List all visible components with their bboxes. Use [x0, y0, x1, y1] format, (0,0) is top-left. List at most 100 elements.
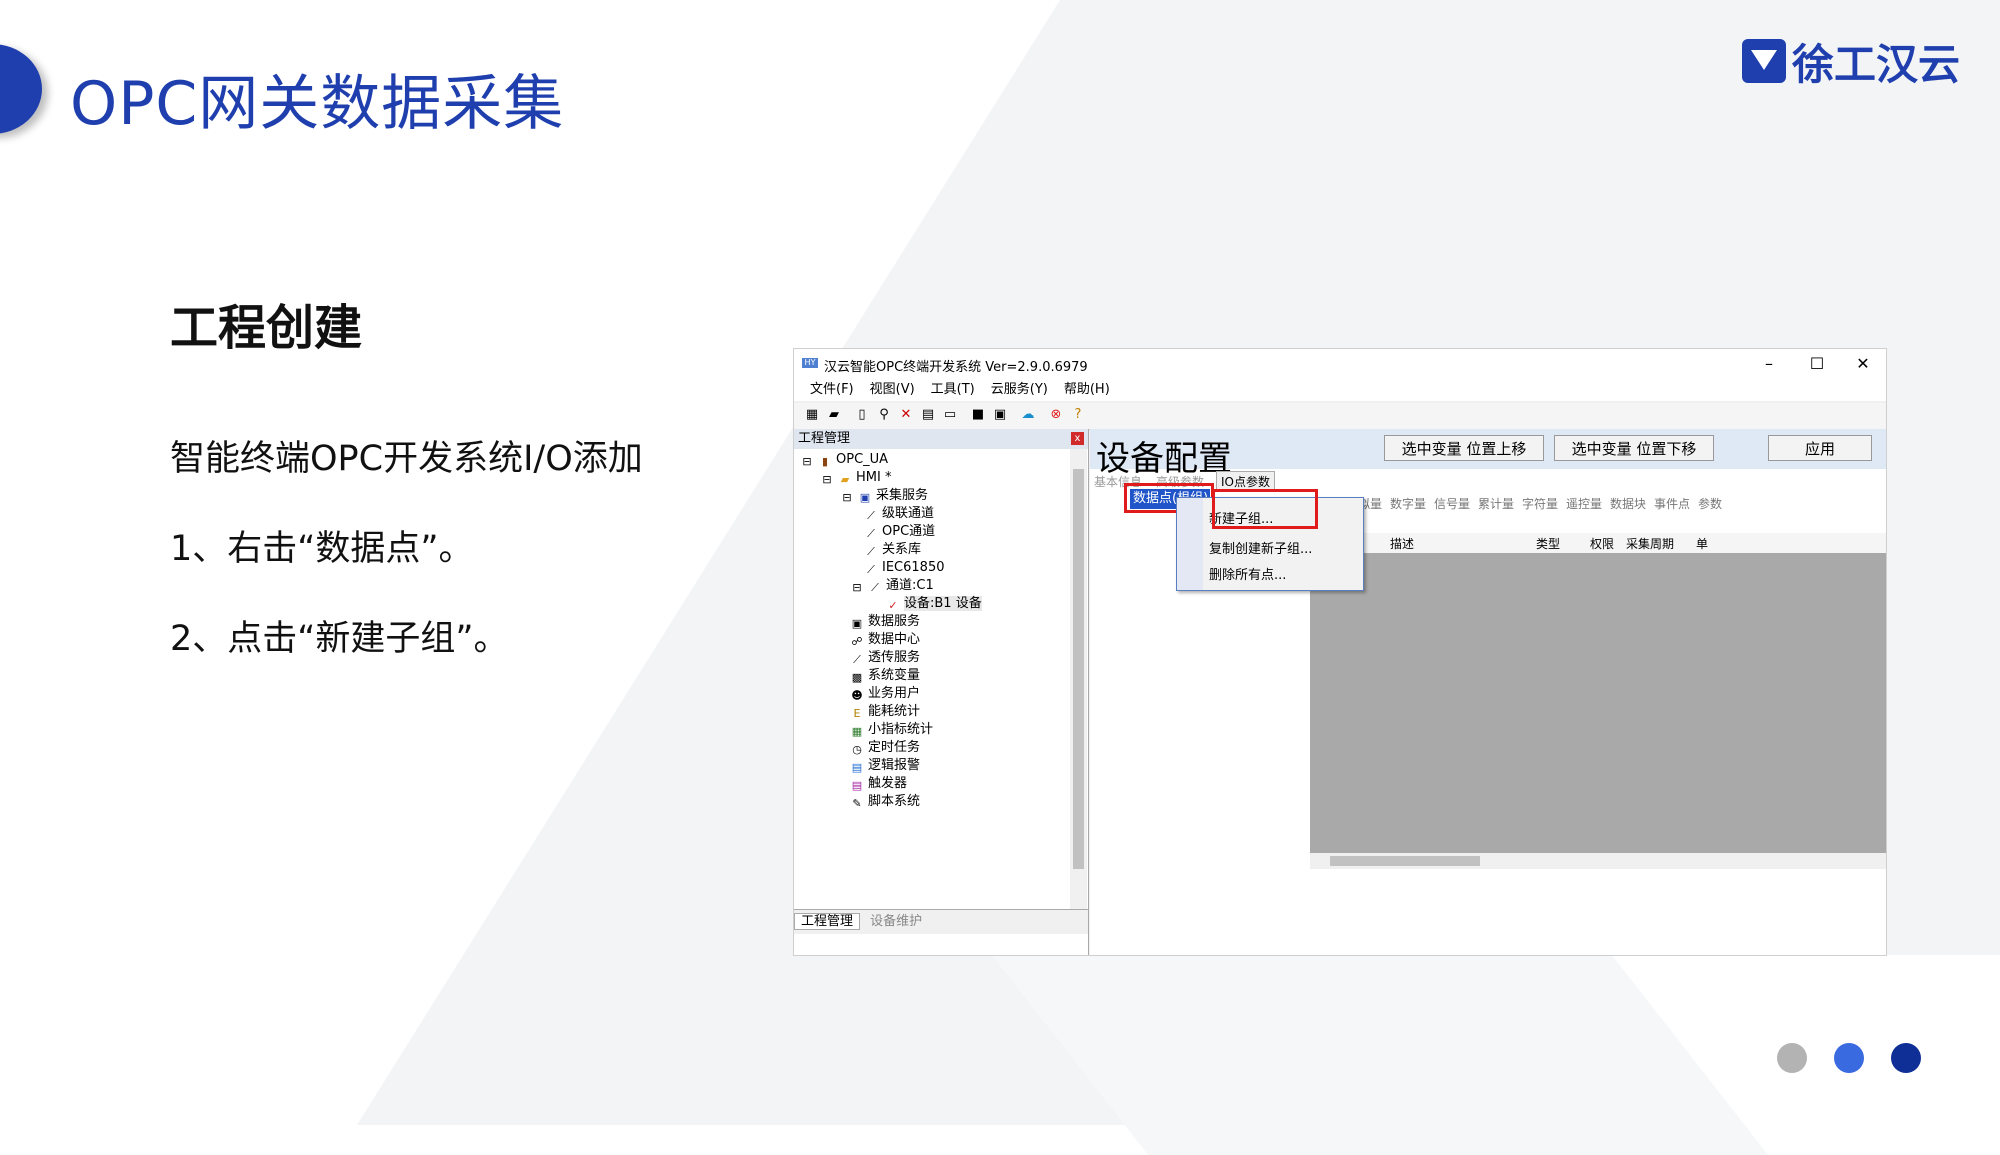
open-project-icon[interactable]: ▰ — [826, 407, 842, 423]
close-button[interactable]: ✕ — [1840, 351, 1886, 377]
move-down-button[interactable]: 选中变量 位置下移 — [1554, 435, 1714, 461]
trigger-icon: ▤ — [851, 779, 863, 792]
help-icon[interactable]: ? — [1070, 407, 1086, 423]
tree-node-iec61850[interactable]: ⟋ IEC61850 — [864, 559, 944, 577]
highlight-box-menu — [1212, 489, 1318, 529]
minimize-button[interactable]: – — [1746, 351, 1792, 377]
tree-node-logic-alarm[interactable]: ▤ 逻辑报警 — [850, 757, 920, 775]
menu-file[interactable]: 文件(F) — [810, 379, 854, 401]
save-icon[interactable]: ■ — [970, 407, 986, 423]
channel-icon: ⟋ — [867, 527, 875, 540]
channel-icon: ⟋ — [867, 509, 875, 522]
tree-node-passthrough[interactable]: ⟋ 透传服务 — [850, 649, 920, 667]
page-dot-2[interactable] — [1834, 1043, 1864, 1073]
tree-scroll-thumb[interactable] — [1073, 469, 1084, 869]
tree-node-data-center[interactable]: ☍ 数据中心 — [850, 631, 920, 649]
tree-node-collect-service[interactable]: ⊟ ▣ 采集服务 — [840, 487, 928, 505]
new-project-icon[interactable]: ▦ — [804, 407, 820, 423]
tree-node-hmi[interactable]: ⊟ ▰ HMI * — [820, 469, 891, 487]
variables-icon: ▩ — [851, 671, 863, 684]
tree-node-relational-db[interactable]: ⟋ 关系库 — [864, 541, 921, 559]
tree-node-opc-ua[interactable]: ⊟ ▮ OPC_UA — [800, 451, 888, 469]
tree-node-device-b1[interactable]: ✓ 设备:B1 设备 — [886, 595, 982, 613]
project-panel: 工程管理 x ⊟ ▮ OPC_UA ⊟ ▰ HMI * ⊟ ▣ 采集服务 ⟋ 级联通道 ⟋ OP… — [794, 429, 1089, 955]
expand-icon: ⊟ — [842, 491, 852, 504]
column-period[interactable]: 采集周期 — [1626, 533, 1674, 555]
save-all-icon[interactable]: ▣ — [992, 407, 1008, 423]
channel-icon: ⟋ — [867, 563, 875, 576]
move-up-button[interactable]: 选中变量 位置上移 — [1384, 435, 1544, 461]
antenna-icon: ☍ — [851, 635, 863, 648]
clock-icon: ◷ — [852, 743, 862, 756]
opc-app-window: HY 汉云智能OPC终端开发系统 Ver=2.9.0.6979 – ☐ ✕ 文件… — [793, 348, 1887, 956]
menu-cloud[interactable]: 云服务(Y) — [991, 379, 1048, 401]
tree-node-cascade-channel[interactable]: ⟋ 级联通道 — [864, 505, 934, 523]
tree-node-small-index[interactable]: ▦ 小指标统计 — [850, 721, 933, 739]
table-hscroll-thumb[interactable] — [1330, 856, 1480, 866]
point-table-body[interactable] — [1310, 553, 1886, 853]
tree-node-opc-channel[interactable]: ⟋ OPC通道 — [864, 523, 935, 541]
menu-help[interactable]: 帮助(H) — [1064, 379, 1110, 401]
tab-device-maintenance[interactable]: 设备维护 — [864, 914, 928, 929]
page-dot-3[interactable] — [1891, 1043, 1921, 1073]
subtab-string[interactable]: 字符量 — [1522, 495, 1558, 512]
menu-item-delete-all-points[interactable]: 删除所有点... — [1209, 564, 1286, 583]
script-icon: ✎ — [852, 797, 862, 810]
apply-button[interactable]: 应用 — [1768, 435, 1872, 461]
menu-bar: 文件(F) 视图(V) 工具(T) 云服务(Y) 帮助(H) — [794, 379, 1886, 401]
properties-icon[interactable]: ▤ — [920, 407, 936, 423]
title-accent-shape — [0, 44, 42, 134]
check-icon: ✓ — [888, 599, 898, 612]
tree-node-system-vars[interactable]: ▩ 系统变量 — [850, 667, 920, 685]
user-icon: ☻ — [851, 689, 863, 702]
tree-node-energy-stats[interactable]: E 能耗统计 — [850, 703, 921, 721]
tree-node-trigger[interactable]: ▤ 触发器 — [850, 775, 907, 793]
stop-icon[interactable]: ⊗ — [1048, 407, 1064, 423]
panel-close-icon[interactable]: x — [1071, 432, 1084, 445]
column-permission[interactable]: 权限 — [1590, 533, 1614, 555]
root-icon: ▮ — [821, 455, 829, 468]
column-description[interactable]: 描述 — [1390, 533, 1414, 555]
subtab-signal[interactable]: 信号量 — [1434, 495, 1470, 512]
project-panel-header: 工程管理 — [794, 429, 1088, 449]
subtab-cumulative[interactable]: 累计量 — [1478, 495, 1514, 512]
column-unit[interactable]: 单 — [1696, 533, 1708, 555]
menu-tools[interactable]: 工具(T) — [931, 379, 975, 401]
tree-node-data-service[interactable]: ▣ 数据服务 — [850, 613, 920, 631]
alarm-icon: ▤ — [851, 761, 863, 774]
folder-icon[interactable]: ▭ — [942, 407, 958, 423]
slide-title: OPC网关数据采集 — [70, 69, 565, 139]
window-titlebar: HY 汉云智能OPC终端开发系统 Ver=2.9.0.6979 – ☐ ✕ — [794, 349, 1886, 379]
context-menu-gutter — [1177, 498, 1203, 590]
cloud-icon[interactable]: ☁ — [1020, 407, 1036, 423]
grid-icon: ▦ — [851, 725, 863, 738]
expand-icon: ⊟ — [852, 581, 862, 594]
channel-icon: ⟋ — [871, 581, 879, 594]
page-dot-1[interactable] — [1777, 1043, 1807, 1073]
tree-node-business-users[interactable]: ☻ 业务用户 — [850, 685, 920, 703]
step-1: 1、右击“数据点”。 — [170, 529, 474, 569]
maximize-button[interactable]: ☐ — [1794, 351, 1840, 377]
tree-node-channel-c1[interactable]: ⊟ ⟋ 通道:C1 — [850, 577, 933, 595]
company-logo: 徐工汉云 — [1741, 34, 1960, 89]
column-type[interactable]: 类型 — [1536, 533, 1560, 555]
subtab-remote-control[interactable]: 遥控量 — [1566, 495, 1602, 512]
toolbar: ▦ ▰ ▯ ⚲ ✕ ▤ ▭ ■ ▣ ☁ ⊗ ? — [794, 403, 1886, 430]
delete-icon[interactable]: ✕ — [898, 407, 914, 423]
menu-view[interactable]: 视图(V) — [870, 379, 915, 401]
intro-line: 智能终端OPC开发系统I/O添加 — [170, 439, 643, 479]
channel-icon: ⟋ — [867, 545, 875, 558]
tab-project-management[interactable]: 工程管理 — [794, 913, 861, 930]
new-file-icon[interactable]: ▯ — [854, 407, 870, 423]
subtab-event[interactable]: 事件点 — [1654, 495, 1690, 512]
subtab-digital[interactable]: 数字量 — [1390, 495, 1426, 512]
subtab-params[interactable]: 参数 — [1698, 495, 1722, 512]
tree-node-script[interactable]: ✎ 脚本系统 — [850, 793, 920, 811]
tree-node-timed-tasks[interactable]: ◷ 定时任务 — [850, 739, 920, 757]
menu-item-copy-new-subgroup[interactable]: 复制创建新子组... — [1209, 538, 1312, 557]
expand-icon: ⊟ — [822, 473, 832, 486]
subtab-data-block[interactable]: 数据块 — [1610, 495, 1646, 512]
find-icon[interactable]: ⚲ — [876, 407, 892, 423]
expand-icon: ⊟ — [802, 455, 812, 468]
point-type-tabs: 全部 模拟量 数字量 信号量 累计量 字符量 遥控量 数据块 事件点 参数 — [1316, 495, 1886, 515]
